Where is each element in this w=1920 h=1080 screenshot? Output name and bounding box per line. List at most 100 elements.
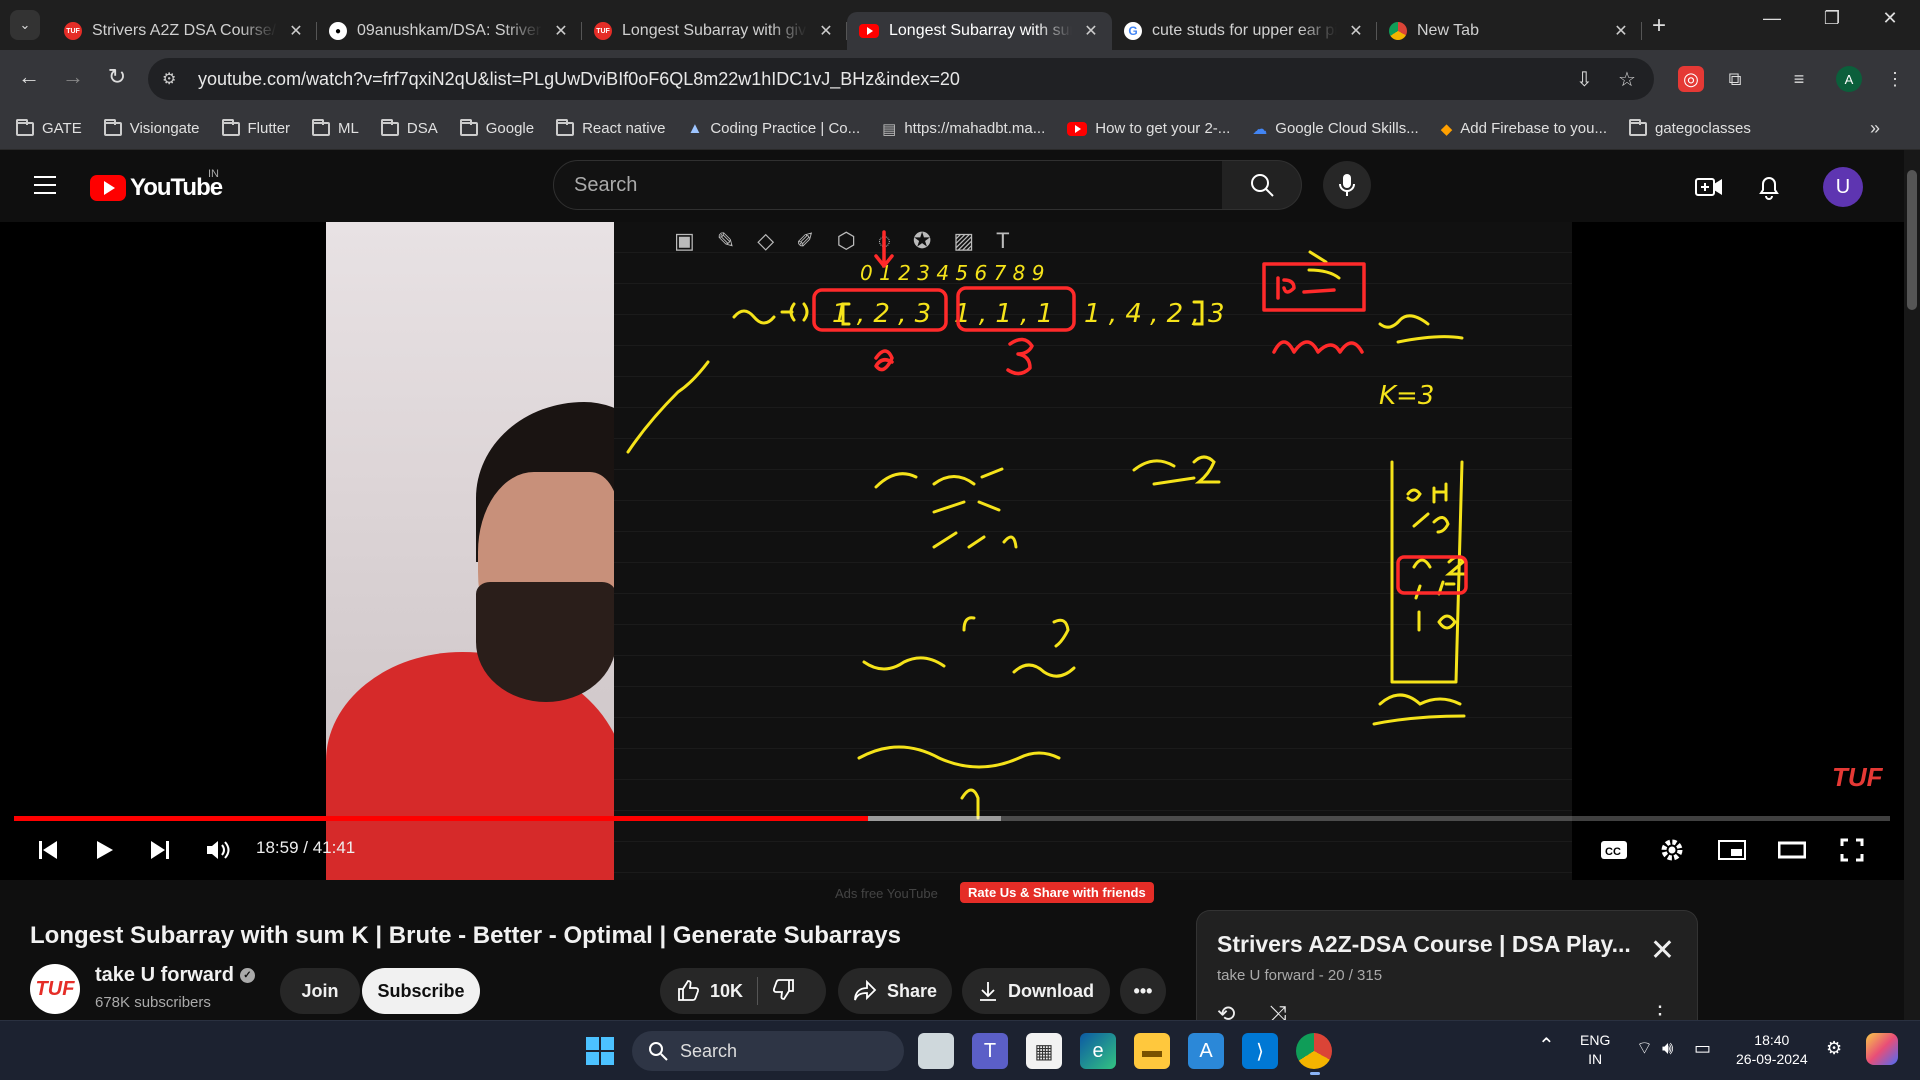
reload-icon[interactable]: ↻ xyxy=(102,64,132,90)
github-icon: ● xyxy=(329,22,347,40)
bookmark-folder[interactable]: React native xyxy=(556,118,665,137)
address-bar[interactable]: ⚙ youtube.com/watch?v=frf7qxiN2qU&list=P… xyxy=(148,58,1654,100)
battery-icon[interactable]: ▭ xyxy=(1694,1039,1711,1058)
subscribe-button[interactable]: Subscribe xyxy=(362,968,480,1014)
app-store-icon[interactable]: A xyxy=(1188,1033,1224,1069)
youtube-logo[interactable]: YouTube xyxy=(90,174,223,202)
browser-tab[interactable]: TUF Strivers A2Z DSA Course/Sheet ✕ xyxy=(52,12,317,50)
bookmark-folder[interactable]: DSA xyxy=(380,118,438,137)
bookmark-folder[interactable]: Flutter xyxy=(221,118,290,137)
show-hidden-icons-chevron[interactable]: ⌃ xyxy=(1538,1036,1555,1056)
tab-title: 09anushkam/DSA: Striver's xyxy=(357,22,542,39)
minimize-icon[interactable]: — xyxy=(1752,8,1792,29)
extensions-puzzle-icon[interactable]: ⧉ xyxy=(1722,66,1748,92)
video-progress-bar[interactable] xyxy=(14,816,1890,821)
settings-gear-icon[interactable] xyxy=(1652,830,1692,870)
bookmark-link[interactable]: ▤ https://mahadbt.ma... xyxy=(882,120,1045,138)
scroll-thumb[interactable] xyxy=(1907,170,1917,310)
forward-icon[interactable]: → xyxy=(58,64,88,90)
volume-icon[interactable] xyxy=(198,830,238,870)
browser-tab-active[interactable]: Longest Subarray with sum ✕ xyxy=(847,12,1112,50)
close-icon[interactable]: ✕ xyxy=(1347,21,1365,41)
close-icon[interactable]: ✕ xyxy=(552,21,570,41)
bookmark-link[interactable]: How to get your 2-... xyxy=(1067,120,1230,137)
notification-center-icon[interactable]: ⚙ xyxy=(1826,1039,1842,1058)
language-indicator[interactable]: ENG IN xyxy=(1580,1031,1610,1069)
url-text: youtube.com/watch?v=frf7qxiN2qU&list=PLg… xyxy=(198,68,960,89)
windows-start-icon[interactable] xyxy=(582,1033,618,1069)
teams-icon[interactable]: T xyxy=(972,1033,1008,1069)
browser-tab[interactable]: ● 09anushkam/DSA: Striver's ✕ xyxy=(317,12,582,50)
browser-tab[interactable]: G cute studs for upper ear pie ✕ xyxy=(1112,12,1377,50)
page-scrollbar[interactable] xyxy=(1904,150,1920,1020)
bookmark-link[interactable]: ☁ Google Cloud Skills... xyxy=(1252,120,1418,138)
tab-search-button[interactable]: ⌄ xyxy=(10,10,40,40)
chrome-taskbar-icon[interactable] xyxy=(1296,1033,1332,1075)
dislike-button[interactable] xyxy=(772,977,796,1006)
copilot-icon[interactable] xyxy=(1866,1033,1898,1065)
like-button[interactable]: 10K xyxy=(676,979,743,1003)
menu-icon[interactable] xyxy=(34,176,56,194)
speaker-icon[interactable]: 🔊︎ xyxy=(1662,1039,1673,1058)
site-info-icon[interactable]: ⚙ xyxy=(162,69,184,89)
bookmark-folder[interactable]: ML xyxy=(312,118,359,137)
close-icon[interactable]: ✕ xyxy=(1082,21,1100,41)
browser-menu-icon[interactable]: ⋮ xyxy=(1882,66,1908,92)
bookmark-folder[interactable]: GATE xyxy=(16,118,82,137)
task-view-icon[interactable] xyxy=(918,1033,954,1069)
bookmark-folder[interactable]: gategoclasses xyxy=(1629,118,1751,137)
bookmark-link[interactable]: ◆ Add Firebase to you... xyxy=(1441,120,1607,138)
next-icon[interactable] xyxy=(140,830,180,870)
install-app-icon[interactable]: ⇩ xyxy=(1576,58,1593,100)
download-button[interactable]: Download xyxy=(962,968,1110,1014)
new-tab-button[interactable]: + xyxy=(1652,12,1666,40)
video-player[interactable]: ▣ ✎ ◇ ✐ ⬡ ◌ ✪ ▨ T 1 , 2 , 3 1 , 1 , 1 1 … xyxy=(0,222,1904,880)
create-video-icon[interactable] xyxy=(1694,172,1724,202)
browser-profile-avatar[interactable]: A xyxy=(1836,66,1862,92)
wifi-icon[interactable]: ⌔ xyxy=(1636,1039,1653,1058)
miniplayer-icon[interactable] xyxy=(1712,830,1752,870)
extension-icon[interactable]: ◎ xyxy=(1678,66,1704,92)
play-icon[interactable] xyxy=(84,830,124,870)
restore-icon[interactable]: ❐ xyxy=(1812,8,1852,29)
previous-icon[interactable] xyxy=(28,830,68,870)
media-controls-icon[interactable]: ≡ xyxy=(1786,66,1812,92)
browser-toolbar: ← → ↻ ⚙ youtube.com/watch?v=frf7qxiN2qU&… xyxy=(0,50,1920,108)
file-explorer-icon[interactable]: ▬ xyxy=(1134,1033,1170,1069)
bookmark-label: Visiongate xyxy=(129,120,200,137)
bookmark-star-icon[interactable]: ☆ xyxy=(1618,58,1636,100)
more-bookmarks-icon[interactable]: » xyxy=(1870,118,1880,139)
search-button[interactable] xyxy=(1222,160,1302,210)
close-icon[interactable]: ✕ xyxy=(1612,21,1630,41)
bookmark-link[interactable]: ▲ Coding Practice | Co... xyxy=(687,120,860,137)
more-actions-button[interactable]: ••• xyxy=(1120,968,1166,1014)
search-input[interactable]: Search xyxy=(553,160,1223,210)
close-icon[interactable]: ✕ xyxy=(287,21,305,41)
channel-avatar[interactable]: TUF xyxy=(30,964,80,1014)
account-avatar[interactable]: U xyxy=(1823,167,1863,207)
rate-share-banner[interactable]: Rate Us & Share with friends xyxy=(960,882,1154,903)
channel-name-row[interactable]: take U forward ✓ xyxy=(95,964,255,987)
microsoft-store-icon[interactable]: ▦ xyxy=(1026,1033,1062,1069)
clock[interactable]: 18:40 26-09-2024 xyxy=(1736,1031,1808,1069)
browser-tab[interactable]: New Tab ✕ xyxy=(1377,12,1642,50)
taskbar-search[interactable]: Search xyxy=(632,1031,904,1071)
captions-icon[interactable]: CC xyxy=(1594,830,1634,870)
bookmark-folder[interactable]: Visiongate xyxy=(103,118,200,137)
fullscreen-icon[interactable] xyxy=(1832,830,1872,870)
bookmark-folder[interactable]: Google xyxy=(459,118,534,137)
theater-mode-icon[interactable] xyxy=(1772,830,1812,870)
browser-tab[interactable]: TUF Longest Subarray with given ✕ xyxy=(582,12,847,50)
bookmark-label: ML xyxy=(338,120,359,137)
share-button[interactable]: Share xyxy=(838,968,952,1014)
notifications-bell-icon[interactable] xyxy=(1754,172,1784,202)
back-icon[interactable]: ← xyxy=(14,64,44,90)
join-button[interactable]: Join xyxy=(280,968,360,1014)
voice-search-button[interactable] xyxy=(1323,161,1371,209)
vscode-icon[interactable]: ⟩ xyxy=(1242,1033,1278,1069)
close-icon[interactable]: ✕ xyxy=(817,21,835,41)
close-playlist-icon[interactable]: ✕ xyxy=(1650,933,1675,968)
playlist-title[interactable]: Strivers A2Z-DSA Course | DSA Play... xyxy=(1217,931,1631,958)
edge-icon[interactable]: e xyxy=(1080,1033,1116,1069)
window-close-icon[interactable]: ✕ xyxy=(1870,8,1910,29)
